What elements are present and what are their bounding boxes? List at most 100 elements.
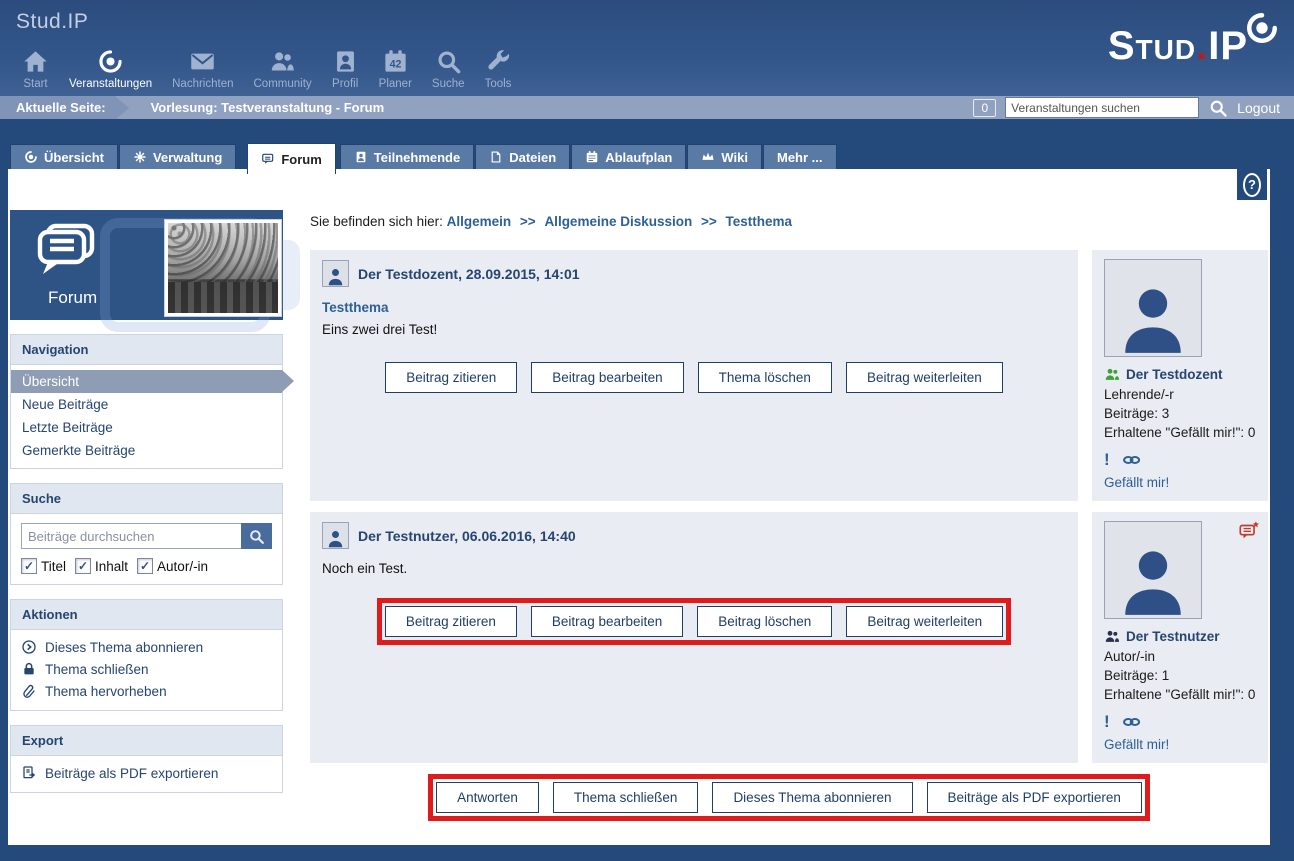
author-panel: Der Testdozent Lehrende/-r Beiträge: 3 E… <box>1092 250 1268 501</box>
header-right-controls: 0 Logout <box>973 97 1294 118</box>
tab-teilnehmende[interactable]: Teilnehmende <box>340 144 474 169</box>
beitrag-loeschen-button[interactable]: Beitrag löschen <box>697 606 832 637</box>
pdf-export-icon <box>21 765 37 781</box>
sidebar-item-gemerkte-beitraege[interactable]: Gemerkte Beiträge <box>11 439 282 462</box>
action-abonnieren[interactable]: Dieses Thema abonnieren <box>11 636 282 658</box>
action-pdf-export[interactable]: Beiträge als PDF exportieren <box>11 762 282 784</box>
tab-wiki[interactable]: Wiki <box>687 144 762 169</box>
forum-post-2: Der Testnutzer, 06.06.2016, 14:40 Noch e… <box>310 512 1268 763</box>
tab-forum[interactable]: Forum <box>247 143 335 174</box>
nav-veranstaltungen[interactable]: Veranstaltungen <box>59 48 162 96</box>
checkbox-inhalt[interactable]: Inhalt <box>75 558 128 574</box>
checkbox-label: Inhalt <box>95 559 128 574</box>
tab-label: Ablaufplan <box>605 150 672 165</box>
like-link[interactable]: Gefällt mir! <box>1104 475 1169 490</box>
courses-swirl-icon <box>97 48 124 75</box>
thema-abonnieren-button[interactable]: Dieses Thema abonnieren <box>712 782 912 813</box>
highlight-box: Antworten Thema schließen Dieses Thema a… <box>428 774 1150 821</box>
post-body: Der Testdozent, 28.09.2015, 14:01 Testth… <box>310 250 1078 501</box>
permalink-chain-icon[interactable] <box>1122 453 1142 467</box>
post-content: Eins zwei drei Test! <box>322 322 1066 337</box>
author-name[interactable]: Der Testdozent <box>1126 367 1223 382</box>
sidebar-item-neue-beitraege[interactable]: Neue Beiträge <box>11 393 282 416</box>
tab-label: Teilnehmende <box>374 150 460 165</box>
author-avatar-large[interactable] <box>1104 259 1202 357</box>
thema-schliessen-button[interactable]: Thema schließen <box>553 782 699 813</box>
report-exclamation-icon[interactable]: ! <box>1104 450 1110 470</box>
sidebar-item-uebersicht[interactable]: Übersicht <box>11 370 282 393</box>
nav-nachrichten[interactable]: Nachrichten <box>162 48 243 96</box>
action-label: Beiträge als PDF exportieren <box>45 766 218 781</box>
nav-label: Community <box>254 78 312 90</box>
report-exclamation-icon[interactable]: ! <box>1104 712 1110 732</box>
checkbox-titel[interactable]: Titel <box>21 558 66 574</box>
breadcrumb-separator: >> <box>520 214 536 229</box>
course-photo <box>168 223 278 313</box>
beitrag-weiterleiten-button[interactable]: Beitrag weiterleiten <box>846 362 1003 393</box>
nav-profil[interactable]: Profil <box>322 48 369 96</box>
breadcrumb-link-allgemein[interactable]: Allgemein <box>447 214 512 229</box>
main-navigation: Start Veranstaltungen Nachrichten Commun… <box>12 48 522 96</box>
pdf-exportieren-button[interactable]: Beiträge als PDF exportieren <box>927 782 1142 813</box>
post-actions: Beitrag zitieren Beitrag bearbeiten Beit… <box>322 598 1066 645</box>
logo-swirl-icon <box>1244 10 1280 46</box>
search-submit-icon[interactable] <box>1208 98 1228 118</box>
help-button[interactable]: ? <box>1237 169 1267 200</box>
action-thema-hervorheben[interactable]: Thema hervorheben <box>11 680 282 702</box>
nav-start[interactable]: Start <box>12 48 59 96</box>
thread-actions: Antworten Thema schließen Dieses Thema a… <box>310 774 1268 821</box>
sidebar-item-letzte-beitraege[interactable]: Letzte Beiträge <box>11 416 282 439</box>
nav-suche[interactable]: Suche <box>422 48 475 96</box>
course-photo-frame <box>165 220 281 316</box>
nav-community[interactable]: Community <box>244 48 322 96</box>
lock-icon <box>21 661 37 677</box>
section-title: Navigation <box>11 335 282 365</box>
nav-planer[interactable]: 42 Planer <box>369 48 422 96</box>
tab-label: Wiki <box>721 150 748 165</box>
svg-text:42: 42 <box>389 59 401 71</box>
course-search-input[interactable] <box>1005 97 1199 118</box>
profile-card-icon <box>332 48 359 75</box>
tab-ablaufplan[interactable]: Ablaufplan <box>571 144 686 169</box>
files-icon <box>489 150 503 164</box>
beitrag-bearbeiten-button[interactable]: Beitrag bearbeiten <box>531 362 683 393</box>
action-thema-schliessen[interactable]: Thema schließen <box>11 658 282 680</box>
author-name-row: Der Testdozent <box>1104 366 1256 383</box>
tab-uebersicht[interactable]: Übersicht <box>10 144 118 169</box>
like-link[interactable]: Gefällt mir! <box>1104 737 1169 752</box>
beitrag-bearbeiten-button[interactable]: Beitrag bearbeiten <box>531 606 683 637</box>
beitrag-weiterleiten-button[interactable]: Beitrag weiterleiten <box>846 606 1003 637</box>
forum-search-button[interactable] <box>241 523 272 549</box>
nav-tools[interactable]: Tools <box>475 48 522 96</box>
sidebar-title: Forum <box>48 288 97 308</box>
sidebar-navigation-list: Übersicht Neue Beiträge Letzte Beiträge … <box>11 365 282 468</box>
breadcrumb-link-diskussion[interactable]: Allgemeine Diskussion <box>544 214 692 229</box>
breadcrumb-link-testthema[interactable]: Testthema <box>726 214 793 229</box>
forum-search-input[interactable] <box>21 523 241 549</box>
beitrag-zitieren-button[interactable]: Beitrag zitieren <box>385 606 517 637</box>
new-post-bubble-icon <box>1238 520 1260 542</box>
forum-banner: Forum <box>10 210 283 320</box>
tab-verwaltung[interactable]: Verwaltung <box>119 144 236 169</box>
author-name[interactable]: Der Testnutzer <box>1126 629 1220 644</box>
question-mark-icon: ? <box>1243 173 1261 197</box>
notification-count-badge[interactable]: 0 <box>973 99 996 117</box>
author-avatar-small[interactable] <box>322 260 349 287</box>
wrench-icon <box>485 48 512 75</box>
people-icon <box>269 48 296 75</box>
thema-loeschen-button[interactable]: Thema löschen <box>698 362 832 393</box>
tab-mehr[interactable]: Mehr ... <box>763 144 837 169</box>
antworten-button[interactable]: Antworten <box>436 782 539 813</box>
section-title: Aktionen <box>11 600 282 630</box>
tab-dateien[interactable]: Dateien <box>475 144 570 169</box>
permalink-chain-icon[interactable] <box>1122 715 1142 729</box>
author-avatar-large[interactable] <box>1104 521 1202 619</box>
search-icon <box>248 528 265 545</box>
schedule-calendar-icon <box>585 150 599 164</box>
checkbox-autor[interactable]: Autor/-in <box>137 558 208 574</box>
search-box: Suche Titel Inhalt Autor/-in <box>10 483 283 585</box>
logout-link[interactable]: Logout <box>1237 100 1280 116</box>
beitrag-zitieren-button[interactable]: Beitrag zitieren <box>385 362 517 393</box>
author-avatar-small[interactable] <box>322 522 349 549</box>
content-area: ? Forum Navigation Übersicht Neue Beiträ… <box>8 169 1270 845</box>
